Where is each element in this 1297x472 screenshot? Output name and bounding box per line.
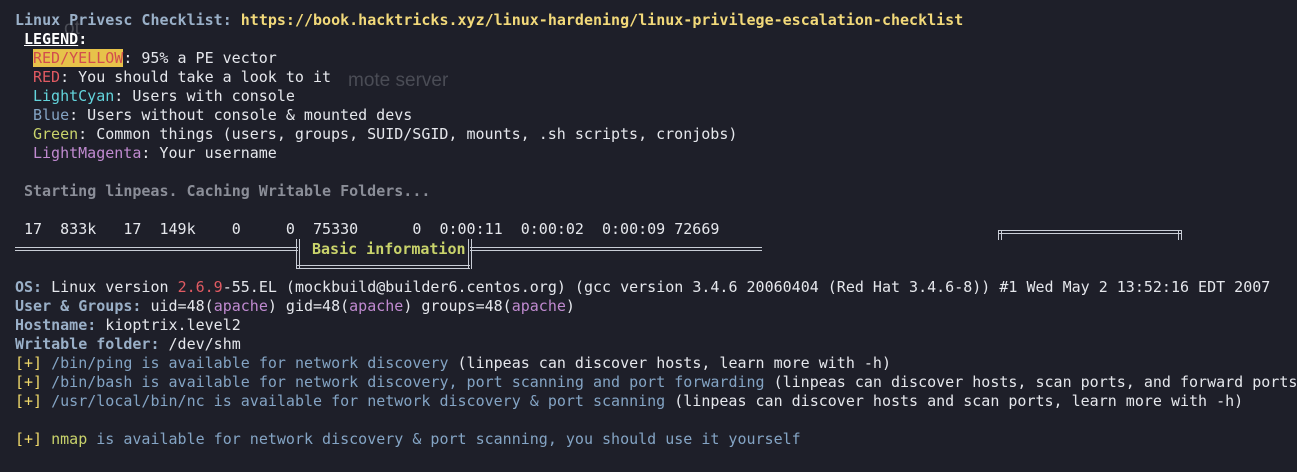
hostname-label: Hostname: [15, 316, 97, 334]
writable-folder-label: Writable folder: [15, 335, 160, 353]
legend-item: LightCyan: Users with console [33, 87, 295, 106]
nmap-marker: [+] [15, 430, 43, 448]
username: apache [511, 297, 566, 315]
nmap-message: is available for network discovery & por… [87, 430, 801, 448]
hostname-value: kioptrix.level2 [96, 316, 241, 334]
frame-fragment-right [1178, 230, 1182, 240]
legend-title-colon: : [78, 30, 88, 48]
tool-note: (linpeas can discover hosts, scan ports,… [764, 373, 1297, 391]
tool-marker: [+] [15, 354, 43, 372]
legend-item-name: RED/YELLOW [33, 49, 124, 67]
legend-item-name: Blue [33, 106, 70, 124]
legend-item-name: RED [33, 68, 61, 86]
user-groups-text: ) groups=48( [403, 297, 512, 315]
user-groups-text: ) gid=48( [267, 297, 350, 315]
legend-item: RED: You should take a look to it [33, 68, 331, 87]
legend-item-desc: : 95% a PE vector [123, 49, 277, 67]
tool-note: (linpeas can discover hosts and scan por… [665, 392, 1244, 410]
frame-fragment-left [998, 230, 1002, 240]
section-rule-left [15, 247, 298, 251]
legend-item: Green: Common things (users, groups, SUI… [33, 125, 737, 144]
terminal-window[interactable]: ot mote server Linux Privesc Checklist: … [0, 0, 1297, 472]
os-pre: Linux version [42, 278, 178, 296]
username: apache [349, 297, 404, 315]
legend-title-text: LEGEND [24, 30, 79, 48]
tool-extra: , port scanning and port forwarding [448, 373, 765, 391]
starting-message: Starting linpeas. Caching Writable Folde… [24, 182, 431, 200]
tool-availability: /bin/ping is available for network disco… [42, 354, 449, 372]
hostname-line: Hostname: kioptrix.level2 [15, 316, 241, 335]
section-rule-right [470, 247, 762, 251]
writable-folder-value: /dev/shm [159, 335, 241, 353]
user-groups-text: uid=48( [141, 297, 214, 315]
section-frame-right [468, 239, 472, 269]
writable-folder-line: Writable folder: /dev/shm [15, 335, 241, 354]
legend-item-desc: : You should take a look to it [60, 68, 332, 86]
checklist-url[interactable]: https://book.hacktricks.xyz/linux-harden… [241, 11, 963, 29]
tool-line: [+] /bin/ping is available for network d… [15, 354, 891, 373]
nmap-name: nmap [42, 430, 88, 448]
os-label: OS: [15, 278, 43, 296]
legend-item-desc: : Users with console [114, 87, 295, 105]
tool-note: (linpeas can discover hosts, learn more … [448, 354, 892, 372]
tool-availability: /usr/local/bin/nc is available for netwo… [42, 392, 666, 410]
kernel-version: 2.6.9 [177, 278, 223, 296]
user-groups-text: ) [565, 297, 575, 315]
section-title: Basic information [312, 240, 466, 258]
tool-marker: [+] [15, 373, 43, 391]
legend-item: Blue: Users without console & mounted de… [33, 106, 412, 125]
section-frame-bottom [296, 265, 470, 269]
os-details: -55.EL (mockbuild@builder6.centos.org) (… [222, 278, 1271, 296]
legend-title: LEGEND: [24, 30, 87, 49]
legend-item: RED/YELLOW: 95% a PE vector [33, 49, 277, 68]
tool-line: [+] /bin/bash is available for network d… [15, 373, 1297, 392]
tool-marker: [+] [15, 392, 43, 410]
username: apache [213, 297, 268, 315]
ghost-text-fragment: mote server [348, 70, 449, 91]
checklist-line: Linux Privesc Checklist: https://book.ha… [15, 11, 963, 30]
download-progress: 17 833k 17 149k 0 0 75330 0 0:00:11 0:00… [15, 220, 720, 238]
legend-item-name: LightMagenta [33, 144, 142, 162]
legend-item-desc: : Common things (users, groups, SUID/SGI… [78, 125, 738, 143]
legend-item-desc: : Users without console & mounted devs [69, 106, 413, 124]
nmap-line: [+] nmap is available for network discov… [15, 430, 801, 449]
legend-item-name: Green [33, 125, 79, 143]
legend-item: LightMagenta: Your username [33, 144, 277, 163]
legend-item-name: LightCyan [33, 87, 115, 105]
tool-availability: /bin/bash is available for network disco… [42, 373, 449, 391]
tool-line: [+] /usr/local/bin/nc is available for n… [15, 392, 1243, 411]
user-groups-line: User & Groups: uid=48(apache) gid=48(apa… [15, 297, 575, 316]
legend-item-desc: : Your username [141, 144, 277, 162]
frame-fragment-top [998, 230, 1182, 234]
os-line: OS: Linux version 2.6.9-55.EL (mockbuild… [15, 278, 1270, 297]
checklist-label: Linux Privesc Checklist: [15, 11, 232, 29]
user-groups-label: User & Groups: [15, 297, 142, 315]
